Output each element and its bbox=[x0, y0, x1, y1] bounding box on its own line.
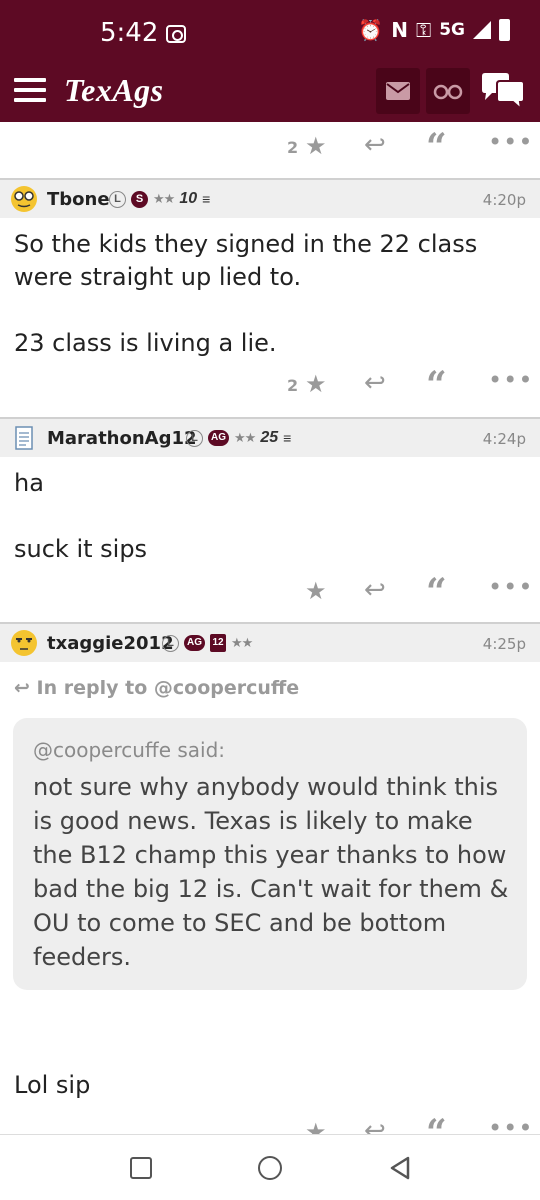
watchlist-button[interactable] bbox=[426, 68, 470, 114]
binoculars-icon bbox=[433, 84, 463, 100]
more-icon[interactable]: ••• bbox=[488, 573, 533, 601]
user-badges: L AG 12 ★★ bbox=[162, 634, 253, 652]
user-badges: L S ★★ 10 ≡ bbox=[109, 190, 210, 208]
mail-icon bbox=[386, 82, 410, 100]
stars-badge: ★★ bbox=[231, 635, 253, 650]
post-time: 4:20p bbox=[482, 191, 526, 209]
post-time: 4:24p bbox=[482, 430, 526, 448]
star-count: 2 bbox=[287, 138, 299, 157]
reply-to-label: In reply to @coopercuffe bbox=[36, 677, 300, 699]
star-icon[interactable]: ★ bbox=[305, 370, 327, 398]
system-nav-bar bbox=[0, 1134, 540, 1200]
rank-badge: 25 bbox=[260, 429, 279, 446]
post-body: So the kids they signed in the 22 class … bbox=[14, 230, 478, 357]
post-actions: ★ ↩ “ ••• bbox=[0, 571, 540, 615]
key-icon: ⚿ bbox=[415, 18, 432, 42]
reply-to-link[interactable]: ↩ In reply to @coopercuffe bbox=[14, 677, 299, 699]
stars-badge: ★★ bbox=[234, 430, 256, 445]
star-count: 2 bbox=[287, 376, 299, 395]
notepad-avatar[interactable] bbox=[10, 424, 38, 452]
rank-bars-icon: ≡ bbox=[283, 430, 292, 446]
quote-icon[interactable]: “ bbox=[426, 126, 447, 168]
post-actions: ★ ↩ “ ••• bbox=[0, 1112, 540, 1134]
post-body: ha suck it sips bbox=[14, 469, 148, 563]
post-header: txaggie2012 L AG 12 ★★ 4:25p bbox=[0, 622, 540, 662]
rank-badge: 10 bbox=[179, 190, 198, 207]
network-label: 5G bbox=[439, 20, 465, 40]
quote-icon[interactable]: “ bbox=[426, 1112, 447, 1134]
camera-icon bbox=[166, 25, 186, 43]
site-logo[interactable]: TexAgs bbox=[64, 72, 164, 109]
battery-icon bbox=[499, 19, 510, 41]
reply-icon[interactable]: ↩ bbox=[364, 575, 386, 605]
user-badges: L AG ★★ 25 ≡ bbox=[186, 429, 291, 447]
alarm-icon: ⏰ bbox=[358, 18, 384, 42]
avatar[interactable] bbox=[10, 185, 38, 213]
lifetime-badge: L bbox=[109, 190, 126, 208]
star-icon[interactable]: ★ bbox=[305, 1118, 327, 1134]
quote-box: @coopercuffe said: not sure why anybody … bbox=[13, 718, 527, 990]
status-time: 5:42 bbox=[100, 18, 159, 48]
avatar[interactable] bbox=[10, 629, 38, 657]
post-actions: 2 ★ ↩ “ ••• bbox=[0, 126, 540, 170]
star-icon[interactable]: ★ bbox=[305, 132, 327, 160]
quote-attribution[interactable]: @coopercuffe said: bbox=[33, 738, 225, 762]
post-time: 4:25p bbox=[482, 635, 526, 653]
hamburger-icon[interactable] bbox=[14, 78, 46, 102]
home-button[interactable] bbox=[258, 1156, 282, 1180]
app-header: TexAgs bbox=[0, 60, 540, 122]
signal-icon bbox=[473, 21, 491, 39]
more-icon[interactable]: ••• bbox=[488, 366, 533, 394]
reply-icon[interactable]: ↩ bbox=[364, 130, 386, 160]
reply-icon[interactable]: ↩ bbox=[364, 368, 386, 398]
username[interactable]: MarathonAg12 bbox=[47, 428, 197, 449]
ag-badge: AG bbox=[184, 635, 205, 651]
back-button[interactable] bbox=[387, 1155, 413, 1181]
status-bar: 5:42 ⏰ N ⚿ 5G bbox=[0, 0, 540, 60]
reply-icon[interactable]: ↩ bbox=[364, 1116, 386, 1134]
supporter-badge: S bbox=[131, 190, 148, 208]
mail-button[interactable] bbox=[376, 68, 420, 114]
stars-badge: ★★ bbox=[153, 191, 175, 206]
post-header: Tbone L S ★★ 10 ≡ 4:20p bbox=[0, 178, 540, 218]
post-body: Lol sip bbox=[14, 1071, 91, 1099]
lifetime-badge: L bbox=[186, 429, 203, 447]
chat-bubbles-icon[interactable] bbox=[480, 72, 526, 112]
username[interactable]: txaggie2012 bbox=[47, 633, 174, 654]
rank-bars-icon: ≡ bbox=[202, 191, 211, 207]
status-icons: ⏰ N ⚿ 5G bbox=[358, 18, 510, 42]
more-icon[interactable]: ••• bbox=[488, 1114, 533, 1134]
quote-icon[interactable]: “ bbox=[426, 571, 447, 613]
ag-badge: AG bbox=[208, 430, 229, 446]
post-actions: 2 ★ ↩ “ ••• bbox=[0, 364, 540, 408]
quote-text: not sure why anybody would think this is… bbox=[33, 773, 509, 971]
quote-icon[interactable]: “ bbox=[426, 364, 447, 406]
nfc-icon: N bbox=[391, 18, 408, 42]
more-icon[interactable]: ••• bbox=[488, 128, 533, 156]
class-year-badge: 12 bbox=[210, 634, 226, 652]
post-header: MarathonAg12 L AG ★★ 25 ≡ 4:24p bbox=[0, 417, 540, 457]
username[interactable]: Tbone bbox=[47, 189, 110, 210]
star-icon[interactable]: ★ bbox=[305, 577, 327, 605]
recents-button[interactable] bbox=[130, 1157, 152, 1179]
lifetime-badge: L bbox=[162, 634, 179, 652]
reply-arrow-icon: ↩ bbox=[14, 677, 37, 699]
